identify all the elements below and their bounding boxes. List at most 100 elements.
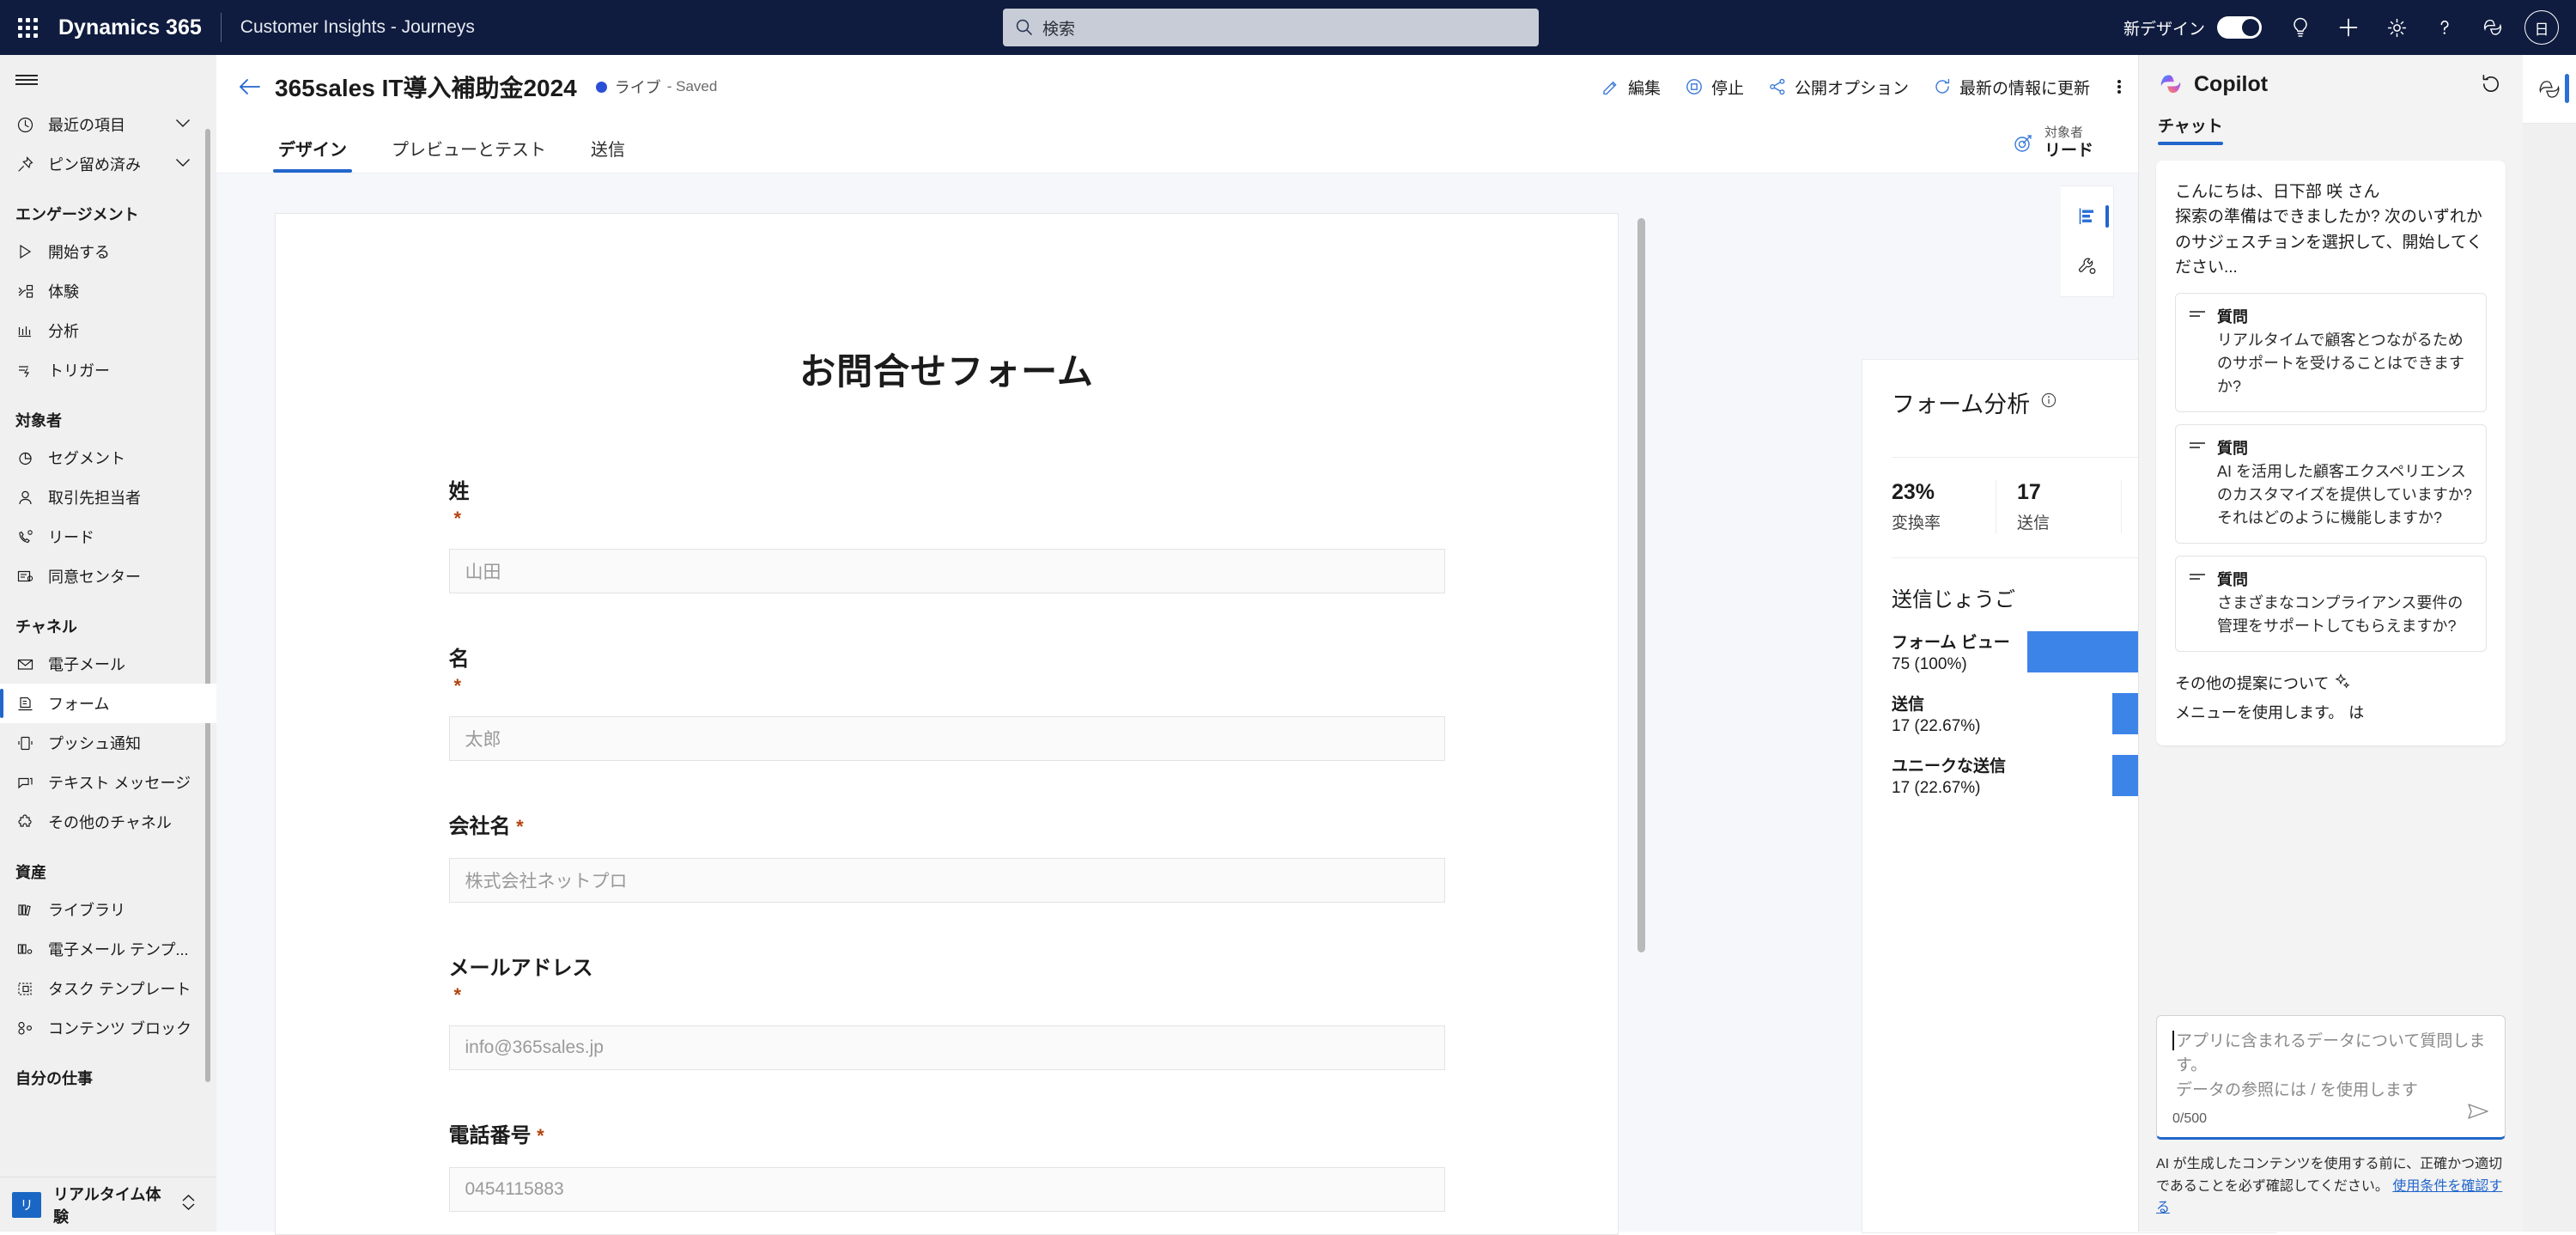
trigger-icon: [15, 361, 34, 380]
field-placeholder: 山田: [465, 563, 501, 582]
back-button[interactable]: [230, 67, 270, 106]
sidebar-item-get-started[interactable]: 開始する: [0, 232, 216, 271]
copilot-refresh-button[interactable]: [2476, 70, 2506, 99]
sidebar-item-text-messages[interactable]: テキスト メッセージ: [0, 763, 216, 802]
sidebar-collapse-button[interactable]: [0, 55, 216, 105]
mail-icon: [15, 654, 34, 673]
user-avatar[interactable]: 日: [2524, 10, 2559, 45]
copilot-header: Copilot: [2139, 55, 2523, 113]
help-button[interactable]: [2421, 0, 2468, 55]
app-launcher-button[interactable]: [0, 0, 55, 55]
sidebar-item-library[interactable]: ライブラリ: [0, 890, 216, 929]
publish-options-label: 公開オプション: [1794, 79, 1909, 98]
left-sidebar: 最近の項目 ピン留め済み エンゲージメント 開始する 体験 分析 トリガー 対象…: [0, 55, 216, 1232]
kpi-submissions: 17 送信: [1996, 480, 2121, 533]
sidebar-item-segments[interactable]: セグメント: [0, 438, 216, 478]
copilot-disclaimer: AI が生成したコンテンツを使用する前に、正確かつ適切であることを必ず確認してく…: [2156, 1153, 2506, 1220]
question-lines-icon: [2188, 307, 2207, 398]
sidebar-item-label: リード: [48, 529, 94, 546]
required-marker: *: [516, 816, 524, 837]
sidebar-item-recent[interactable]: 最近の項目: [0, 105, 216, 144]
send-icon: [2468, 1104, 2488, 1119]
publish-options-button[interactable]: 公開オプション: [1756, 68, 1921, 106]
sidebar-item-content-blocks[interactable]: コンテンツ ブロック: [0, 1008, 216, 1048]
add-button[interactable]: [2325, 0, 2372, 55]
sidebar-item-email-templates[interactable]: 電子メール テンプ...: [0, 929, 216, 969]
field-placeholder: 0454115883: [465, 1179, 564, 1199]
sidebar-item-forms[interactable]: フォーム: [0, 684, 216, 723]
sidebar-item-email[interactable]: 電子メール: [0, 644, 216, 684]
sidebar-item-consent-center[interactable]: 同意センター: [0, 557, 216, 596]
copilot-more-suggestions: その他の提案について メニューを使用します。 は: [2175, 672, 2487, 725]
more-commands-button[interactable]: [2102, 70, 2136, 104]
analytics-icon: [15, 321, 34, 340]
journey-icon: [15, 282, 34, 301]
settings-button[interactable]: [2373, 0, 2420, 55]
field-input-email[interactable]: info@365sales.jp: [448, 1025, 1445, 1070]
analytics-side-toolbar: [2061, 186, 2114, 297]
sidebar-item-push-notifications[interactable]: プッシュ通知: [0, 723, 216, 763]
audience-text: 対象者 リード: [2044, 125, 2093, 162]
sidebar-item-label: テキスト メッセージ: [48, 775, 191, 792]
suggestion-text: リアルタイムで顧客とつながるためのサポートを受けることはできますか?: [2217, 331, 2464, 395]
funnel-category: フォーム ビュー: [1892, 634, 2010, 652]
copilot-suggestion-3[interactable]: 質問 さまざまなコンプライアンス要件の管理をサポートしてもらえますか?: [2175, 555, 2487, 652]
copilot-tab-chat[interactable]: チャット: [2158, 113, 2223, 145]
pencil-icon: [1603, 81, 1617, 95]
field-input-phone[interactable]: 0454115883: [448, 1167, 1445, 1212]
audience-selector[interactable]: 対象者 リード: [2002, 121, 2104, 166]
question-lines-icon: [2188, 570, 2207, 638]
sidebar-item-label: 分析: [48, 323, 79, 340]
sidebar-item-contacts[interactable]: 取引先担当者: [0, 478, 216, 517]
tab-preview-test[interactable]: プレビューとテスト: [381, 136, 556, 173]
chevron-down-icon: [175, 156, 191, 172]
sidebar-item-task-templates[interactable]: タスク テンプレート: [0, 969, 216, 1008]
new-design-toggle[interactable]: [2217, 16, 2262, 39]
tab-send[interactable]: 送信: [580, 136, 635, 173]
sidebar-item-analytics[interactable]: 分析: [0, 311, 216, 350]
plus-icon: [2339, 18, 2358, 37]
copilot-greeting-line2: 探索の準備はできましたか? 次のいずれかのサジェスチョンを選択して、開始してくだ…: [2175, 208, 2483, 277]
sidebar-item-label: セグメント: [48, 450, 125, 467]
copilot-header-button[interactable]: [2470, 0, 2516, 55]
suggestion-body: 質問 AI を活用した顧客エクスペリエンスのカスタマイズを提供していますか? そ…: [2217, 436, 2474, 530]
status-badge: ライブ: [614, 79, 661, 96]
field-input-company[interactable]: 株式会社ネットプロ: [448, 858, 1445, 903]
sidebar-item-other-channels[interactable]: その他のチャネル: [0, 802, 216, 842]
command-actions: 編集 停止 公開オプション 最新の情報に更新: [1589, 68, 2147, 106]
area-switcher[interactable]: リ リアルタイム体験: [0, 1177, 216, 1232]
stop-button[interactable]: 停止: [1673, 68, 1756, 106]
consent-icon: [15, 567, 34, 586]
tab-design[interactable]: デザイン: [268, 136, 357, 173]
required-marker: *: [453, 675, 462, 697]
insights-tab-button[interactable]: [2061, 192, 2114, 241]
field-label-text: 電話番号: [448, 1124, 532, 1147]
info-icon[interactable]: [2040, 392, 2057, 413]
audience-value: リード: [2044, 142, 2093, 161]
sidebar-item-journeys[interactable]: 体験: [0, 271, 216, 311]
sidebar-item-triggers[interactable]: トリガー: [0, 350, 216, 390]
copilot-suggestion-1[interactable]: 質問 リアルタイムで顧客とつながるためのサポートを受けることはできますか?: [2175, 292, 2487, 412]
sidebar-item-leads[interactable]: リード: [0, 517, 216, 557]
funnel-value: 17 (22.67%): [1892, 717, 1981, 735]
sidebar-heading-channels: チャネル: [15, 618, 77, 636]
field-input-sei[interactable]: 山田: [448, 549, 1445, 593]
back-arrow-icon: [240, 79, 260, 94]
form-icon: [15, 694, 34, 713]
lightbulb-button[interactable]: [2277, 0, 2324, 55]
copilot-suggestion-2[interactable]: 質問 AI を活用した顧客エクスペリエンスのカスタマイズを提供していますか? そ…: [2175, 423, 2487, 544]
copilot-input-box[interactable]: アプリに含まれるデータについて質問します。 データの参照には / を使用します …: [2156, 1014, 2506, 1141]
field-input-mei[interactable]: 太郎: [448, 716, 1445, 761]
kpi-label: 変換率: [1892, 514, 1941, 532]
sidebar-item-pinned[interactable]: ピン留め済み: [0, 144, 216, 184]
search-input[interactable]: 検索: [1003, 9, 1539, 46]
refresh-button[interactable]: 最新の情報に更新: [1921, 68, 2102, 106]
question-lines-icon: [2188, 439, 2207, 530]
form-canvas[interactable]: お問合せフォーム 姓 * 山田 名 * 太郎 会社名 * 株式会社ネットプロ メ…: [275, 213, 1619, 1235]
canvas-scrollbar[interactable]: [1637, 218, 1645, 952]
copilot-send-button[interactable]: [2465, 1100, 2491, 1127]
edit-button[interactable]: 編集: [1589, 68, 1673, 106]
analytics-title: フォーム分析: [1892, 392, 2031, 417]
copilot-toggle-button[interactable]: [2523, 55, 2576, 124]
customize-tab-button[interactable]: [2061, 241, 2114, 291]
